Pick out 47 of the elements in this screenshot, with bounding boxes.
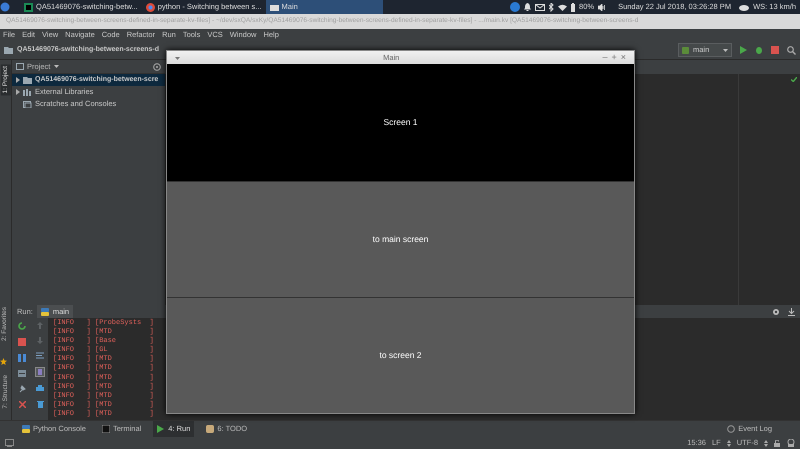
screen-label: Screen 1: [383, 116, 418, 129]
launcher-icon[interactable]: [0, 2, 10, 12]
rerun-icon[interactable]: [18, 322, 26, 330]
maximize-button[interactable]: +: [609, 53, 619, 62]
search-icon[interactable]: [787, 46, 796, 54]
scratches-icon: [23, 100, 32, 108]
terminal-icon: [102, 425, 110, 433]
folder-icon: [23, 76, 32, 84]
scroll-end-icon[interactable]: [35, 367, 45, 377]
panel-toggle-icon[interactable]: [5, 439, 14, 447]
trash-icon[interactable]: [36, 400, 44, 408]
window-icon: [270, 2, 279, 12]
screen-button[interactable]: to screen 2: [167, 297, 634, 413]
cloud-icon: [739, 4, 750, 10]
folder-icon: [4, 46, 13, 54]
mail-icon[interactable]: [535, 4, 546, 10]
close-icon[interactable]: [18, 401, 26, 408]
updown-icon: [764, 440, 768, 446]
ide-icon: [24, 2, 33, 12]
caret-icon: [54, 65, 60, 68]
wifi-icon[interactable]: [558, 4, 568, 10]
target-icon[interactable]: [153, 62, 161, 70]
lock-icon[interactable]: [774, 440, 781, 446]
run-icon[interactable]: [740, 46, 747, 54]
screen-button[interactable]: to main screen: [167, 181, 634, 297]
star-icon: [0, 358, 7, 365]
up-arrow-icon: [37, 322, 43, 329]
layout-icon[interactable]: [18, 370, 26, 377]
updown-icon: [726, 440, 731, 446]
close-button[interactable]: ×: [618, 53, 628, 62]
bell-icon[interactable]: [524, 3, 532, 11]
bluetooth-icon[interactable]: [549, 2, 554, 12]
speaker-icon[interactable]: [598, 4, 606, 10]
down-arrow-icon: [37, 337, 43, 344]
panel-icon: [16, 63, 24, 70]
settings-icon[interactable]: [772, 308, 780, 316]
wrap-icon[interactable]: [36, 352, 44, 359]
battery-icon[interactable]: [571, 2, 576, 12]
browser-icon: [146, 2, 155, 12]
pin-icon[interactable]: [18, 385, 26, 393]
library-icon: [23, 88, 32, 96]
hide-panel-icon[interactable]: [788, 308, 795, 316]
check-icon: [791, 77, 797, 82]
run-icon: [157, 425, 166, 433]
minimize-button[interactable]: –: [600, 53, 610, 62]
caret-icon: [723, 48, 728, 52]
pause-icon[interactable]: [18, 354, 26, 362]
